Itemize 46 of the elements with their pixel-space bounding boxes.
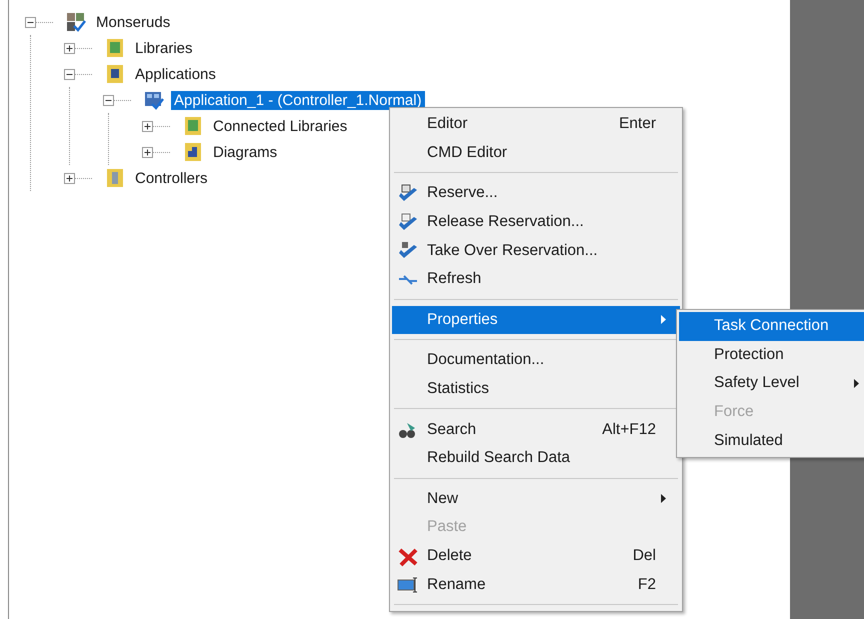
menu-item[interactable]: CMD Editor [392, 138, 680, 168]
collapse-toggle[interactable] [64, 68, 75, 80]
expand-toggle[interactable] [142, 120, 153, 132]
tree-item[interactable]: Application_1 - (Controller_1.Normal) [171, 90, 425, 110]
menu-item[interactable]: Delete Del [392, 542, 680, 570]
menu-item[interactable]: Rebuild Search Data [392, 444, 680, 473]
delete-icon [397, 546, 419, 567]
collapse-toggle[interactable] [103, 94, 114, 106]
tree-item[interactable]: Applications [132, 64, 219, 84]
expand-toggle[interactable] [142, 146, 153, 158]
tree-item[interactable]: Libraries [132, 38, 196, 58]
menu-item[interactable]: Editor Enter [392, 110, 680, 139]
menu-item[interactable]: Rename F2 [392, 570, 680, 599]
menu-item[interactable]: Properties [392, 306, 680, 334]
menu-item[interactable]: Reserve... [392, 179, 680, 208]
reservation-icon [397, 212, 419, 233]
system-icon [65, 11, 87, 33]
menu-item[interactable]: New [392, 484, 680, 514]
tree-item[interactable]: Diagrams [210, 142, 280, 162]
menu-item[interactable]: Task Connection [679, 312, 864, 341]
library-icon [182, 115, 204, 137]
application-icon [143, 89, 165, 111]
menu-item[interactable]: Statistics [392, 374, 680, 404]
collapse-toggle[interactable] [25, 16, 36, 28]
folder-icon [104, 63, 126, 85]
menu-item[interactable]: Simulated [679, 426, 864, 455]
expand-toggle[interactable] [64, 172, 75, 184]
tree-item[interactable]: Controllers [132, 168, 211, 188]
diagram-icon [182, 141, 204, 163]
menu-item[interactable]: Refresh [392, 264, 680, 294]
menu-item[interactable]: Documentation... [392, 346, 680, 375]
menu-item[interactable]: Take Over Reservation... [392, 236, 680, 265]
controller-icon [104, 167, 126, 189]
shortcut-text: Del [632, 547, 656, 566]
shortcut-text: Alt+F12 [602, 420, 656, 439]
tree-item[interactable]: Monseruds [93, 12, 174, 32]
shortcut-text: Enter [618, 115, 656, 134]
expand-toggle[interactable] [64, 42, 75, 54]
tree-item[interactable]: Connected Libraries [210, 116, 350, 136]
menu-item[interactable]: Protection [679, 340, 864, 370]
rename-icon [397, 575, 419, 596]
menu-item[interactable]: Release Reservation... [392, 208, 680, 236]
menu-item[interactable]: Safety Level [679, 369, 864, 398]
shortcut-text: F2 [638, 576, 656, 594]
library-icon [104, 37, 126, 59]
menu-item[interactable]: Search Alt+F12 [392, 415, 680, 444]
